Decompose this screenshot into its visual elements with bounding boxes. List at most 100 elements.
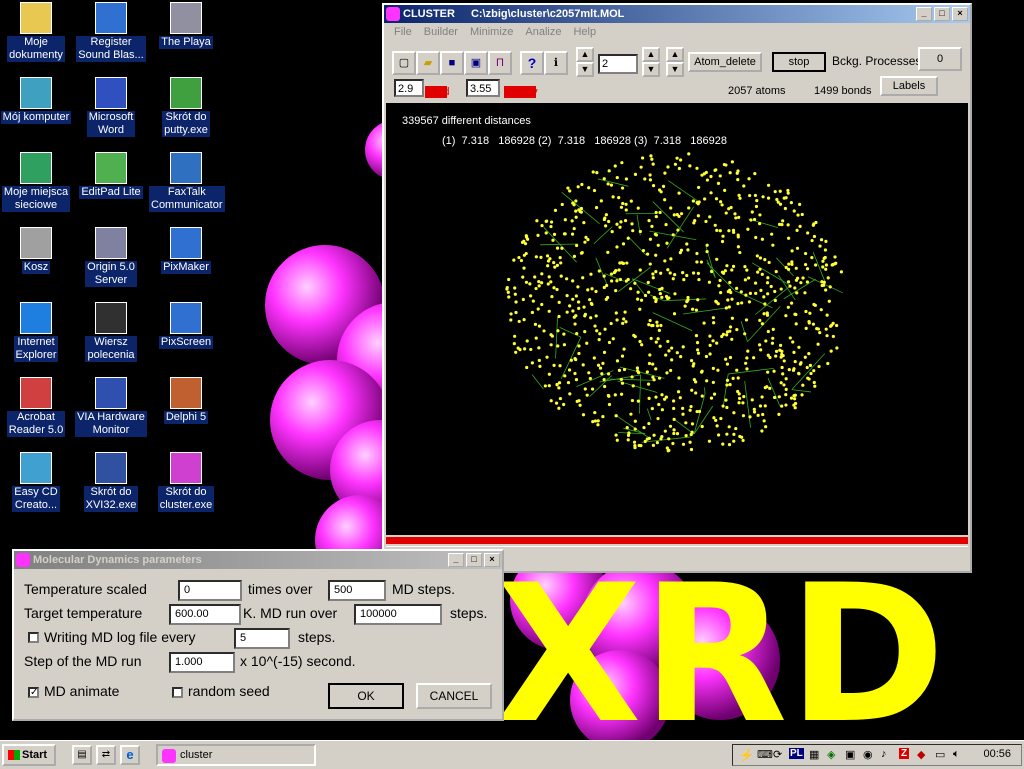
spin-value-field[interactable]: 2 xyxy=(598,54,638,74)
desktop-icon[interactable]: Mój komputer xyxy=(0,77,73,124)
tray-cd-icon[interactable]: ◉ xyxy=(863,748,873,761)
desktop-icon[interactable]: Internet Explorer xyxy=(0,302,73,362)
times-over-field[interactable]: 500 xyxy=(328,580,386,601)
desktop-icon[interactable]: Skrót do cluster.exe xyxy=(149,452,223,512)
writing-log-label: Writing MD log file every xyxy=(44,629,195,645)
tray-keyboard-icon[interactable]: ⌨ xyxy=(757,748,773,761)
cluster-menubar: File Builder Minimize Analize Help xyxy=(384,23,970,41)
help-icon[interactable]: ? xyxy=(520,51,544,75)
desktop-icon[interactable]: Delphi 5 xyxy=(149,377,223,424)
save-icon[interactable]: ■ xyxy=(440,51,464,75)
tool-icon[interactable]: Π xyxy=(488,51,512,75)
tray-monitor-icon[interactable]: ▣ xyxy=(845,748,855,761)
step-md-run-field[interactable]: 1.000 xyxy=(169,652,235,673)
spin-up-arrow-icon[interactable]: ▲ xyxy=(576,47,594,62)
acrobat-reader-icon xyxy=(20,377,52,409)
desktop-icon[interactable]: Easy CD Creato... xyxy=(0,452,73,512)
log-every-field[interactable]: 5 xyxy=(234,628,290,649)
tray-sync-icon[interactable]: ⟳ xyxy=(773,748,782,761)
tray-display-icon[interactable]: ▭ xyxy=(935,748,945,761)
new-file-icon[interactable]: ▢ xyxy=(392,51,416,75)
desktop-icon[interactable]: Wiersz polecenia xyxy=(74,302,148,362)
start-button[interactable]: Start xyxy=(2,744,56,766)
menu-builder[interactable]: Builder xyxy=(418,26,464,38)
menu-minimize[interactable]: Minimize xyxy=(464,26,519,38)
open-folder-icon[interactable]: ▰ xyxy=(416,51,440,75)
md-minimize-button[interactable]: _ xyxy=(448,553,464,567)
explorer-quick-icon[interactable]: ⇄ xyxy=(96,745,116,765)
target-temp-field[interactable]: 600.00 xyxy=(169,604,241,625)
labels-button[interactable]: Labels xyxy=(880,76,938,96)
md-maximize-button[interactable]: □ xyxy=(466,553,482,567)
maximize-button[interactable]: □ xyxy=(934,7,950,21)
desktop-icon-label: Easy CD Creato... xyxy=(12,486,59,512)
md-dialog-titlebar[interactable]: Molecular Dynamics parameters _ □ × xyxy=(14,551,502,569)
desktop-icon[interactable]: Skrót do XVI32.exe xyxy=(74,452,148,512)
context-help-icon[interactable]: ℹ xyxy=(544,51,568,75)
desktop-icon[interactable]: Moje dokumenty xyxy=(0,2,73,62)
molecule-cluster xyxy=(386,103,968,535)
step-unit-label: x 10^(-15) second. xyxy=(240,653,356,669)
spin2-up-arrow-icon[interactable]: ▲ xyxy=(642,47,660,62)
cluster-titlebar[interactable]: CLUSTER C:\zbig\cluster\c2057mlt.MOL _ □… xyxy=(384,5,970,23)
desktop-icon[interactable]: PixScreen xyxy=(149,302,223,349)
minimize-button[interactable]: _ xyxy=(916,7,932,21)
desktop-icon[interactable]: Acrobat Reader 5.0 xyxy=(0,377,73,437)
desktop-icon[interactable]: FaxTalk Communicator xyxy=(149,152,223,212)
task-cluster-icon xyxy=(162,749,176,763)
md-animate-checkbox[interactable]: ✓ xyxy=(28,687,39,698)
menu-file[interactable]: File xyxy=(388,26,418,38)
cluster-window[interactable]: CLUSTER C:\zbig\cluster\c2057mlt.MOL _ □… xyxy=(382,3,972,573)
tray-app-icon[interactable]: ◈ xyxy=(827,748,835,761)
save-as-icon[interactable]: ▣ xyxy=(464,51,488,75)
show-desktop-icon[interactable]: ▤ xyxy=(72,745,92,765)
spin3-up-arrow-icon[interactable]: ▲ xyxy=(666,47,684,62)
desktop-icon[interactable]: Kosz xyxy=(0,227,73,274)
menu-analize[interactable]: Analize xyxy=(519,26,567,38)
tray-language-indicator[interactable]: PL xyxy=(789,748,804,759)
the-playa-icon xyxy=(170,2,202,34)
desktop-icon[interactable]: Origin 5.0 Server xyxy=(74,227,148,287)
desktop-icon[interactable]: Register Sound Blas... xyxy=(74,2,148,62)
md-run-over-field[interactable]: 100000 xyxy=(354,604,442,625)
tray-music-icon[interactable]: ♪ xyxy=(881,748,887,760)
menu-help[interactable]: Help xyxy=(567,26,602,38)
md-steps-label: MD steps. xyxy=(392,581,455,597)
cluster-app-icon xyxy=(386,7,400,21)
tray-power-icon[interactable]: ⚡ xyxy=(739,748,754,762)
desktop-icon[interactable]: Skrót do putty.exe xyxy=(149,77,223,137)
tray-network-icon[interactable]: ▦ xyxy=(809,748,819,761)
energy-field[interactable]: 3.55 xyxy=(466,79,500,97)
cancel-button[interactable]: CANCEL xyxy=(416,683,492,709)
tray-z-icon[interactable]: Z xyxy=(899,748,909,759)
recycle-bin-icon xyxy=(20,227,52,259)
desktop-icon[interactable]: The Playa xyxy=(149,2,223,49)
md-close-button[interactable]: × xyxy=(484,553,500,567)
taskbar-task-cluster[interactable]: cluster xyxy=(156,744,316,766)
spin3-down-arrow-icon[interactable]: ▼ xyxy=(666,62,684,77)
close-button[interactable]: × xyxy=(952,7,968,21)
desktop-icon[interactable]: VIA Hardware Monitor xyxy=(74,377,148,437)
stop-button[interactable]: stop xyxy=(772,52,826,72)
desktop-icon[interactable]: Microsoft Word xyxy=(74,77,148,137)
molecule-viewport[interactable]: 339567 different distances (1) 7.318 186… xyxy=(386,103,968,535)
desktop-icon[interactable]: Moje miejsca sieciowe xyxy=(0,152,73,212)
spin-down-arrow-icon[interactable]: ▼ xyxy=(576,62,594,77)
tray-volume-icon[interactable]: 🔈︎ xyxy=(953,748,960,761)
temp-scaled-field[interactable]: 0 xyxy=(178,580,242,601)
tray-delphi-icon[interactable]: ◆ xyxy=(917,748,925,761)
bckg-processes-button[interactable]: 0 xyxy=(918,47,962,71)
ok-button[interactable]: OK xyxy=(328,683,404,709)
desktop-icon[interactable]: PixMaker xyxy=(149,227,223,274)
ie-quick-icon[interactable]: e xyxy=(120,745,140,765)
desktop-icon-label: Delphi 5 xyxy=(164,411,208,424)
desktop-icon[interactable]: EditPad Lite xyxy=(74,152,148,199)
writing-log-checkbox[interactable] xyxy=(28,632,39,643)
faxtalk-icon xyxy=(170,152,202,184)
bond-field[interactable]: 2.9 xyxy=(394,79,424,97)
random-seed-checkbox[interactable] xyxy=(172,687,183,698)
internet-explorer-icon xyxy=(20,302,52,334)
atom-delete-button[interactable]: Atom_delete xyxy=(688,52,762,72)
md-parameters-dialog[interactable]: Molecular Dynamics parameters _ □ × Temp… xyxy=(12,549,504,721)
spin2-down-arrow-icon[interactable]: ▼ xyxy=(642,62,660,77)
